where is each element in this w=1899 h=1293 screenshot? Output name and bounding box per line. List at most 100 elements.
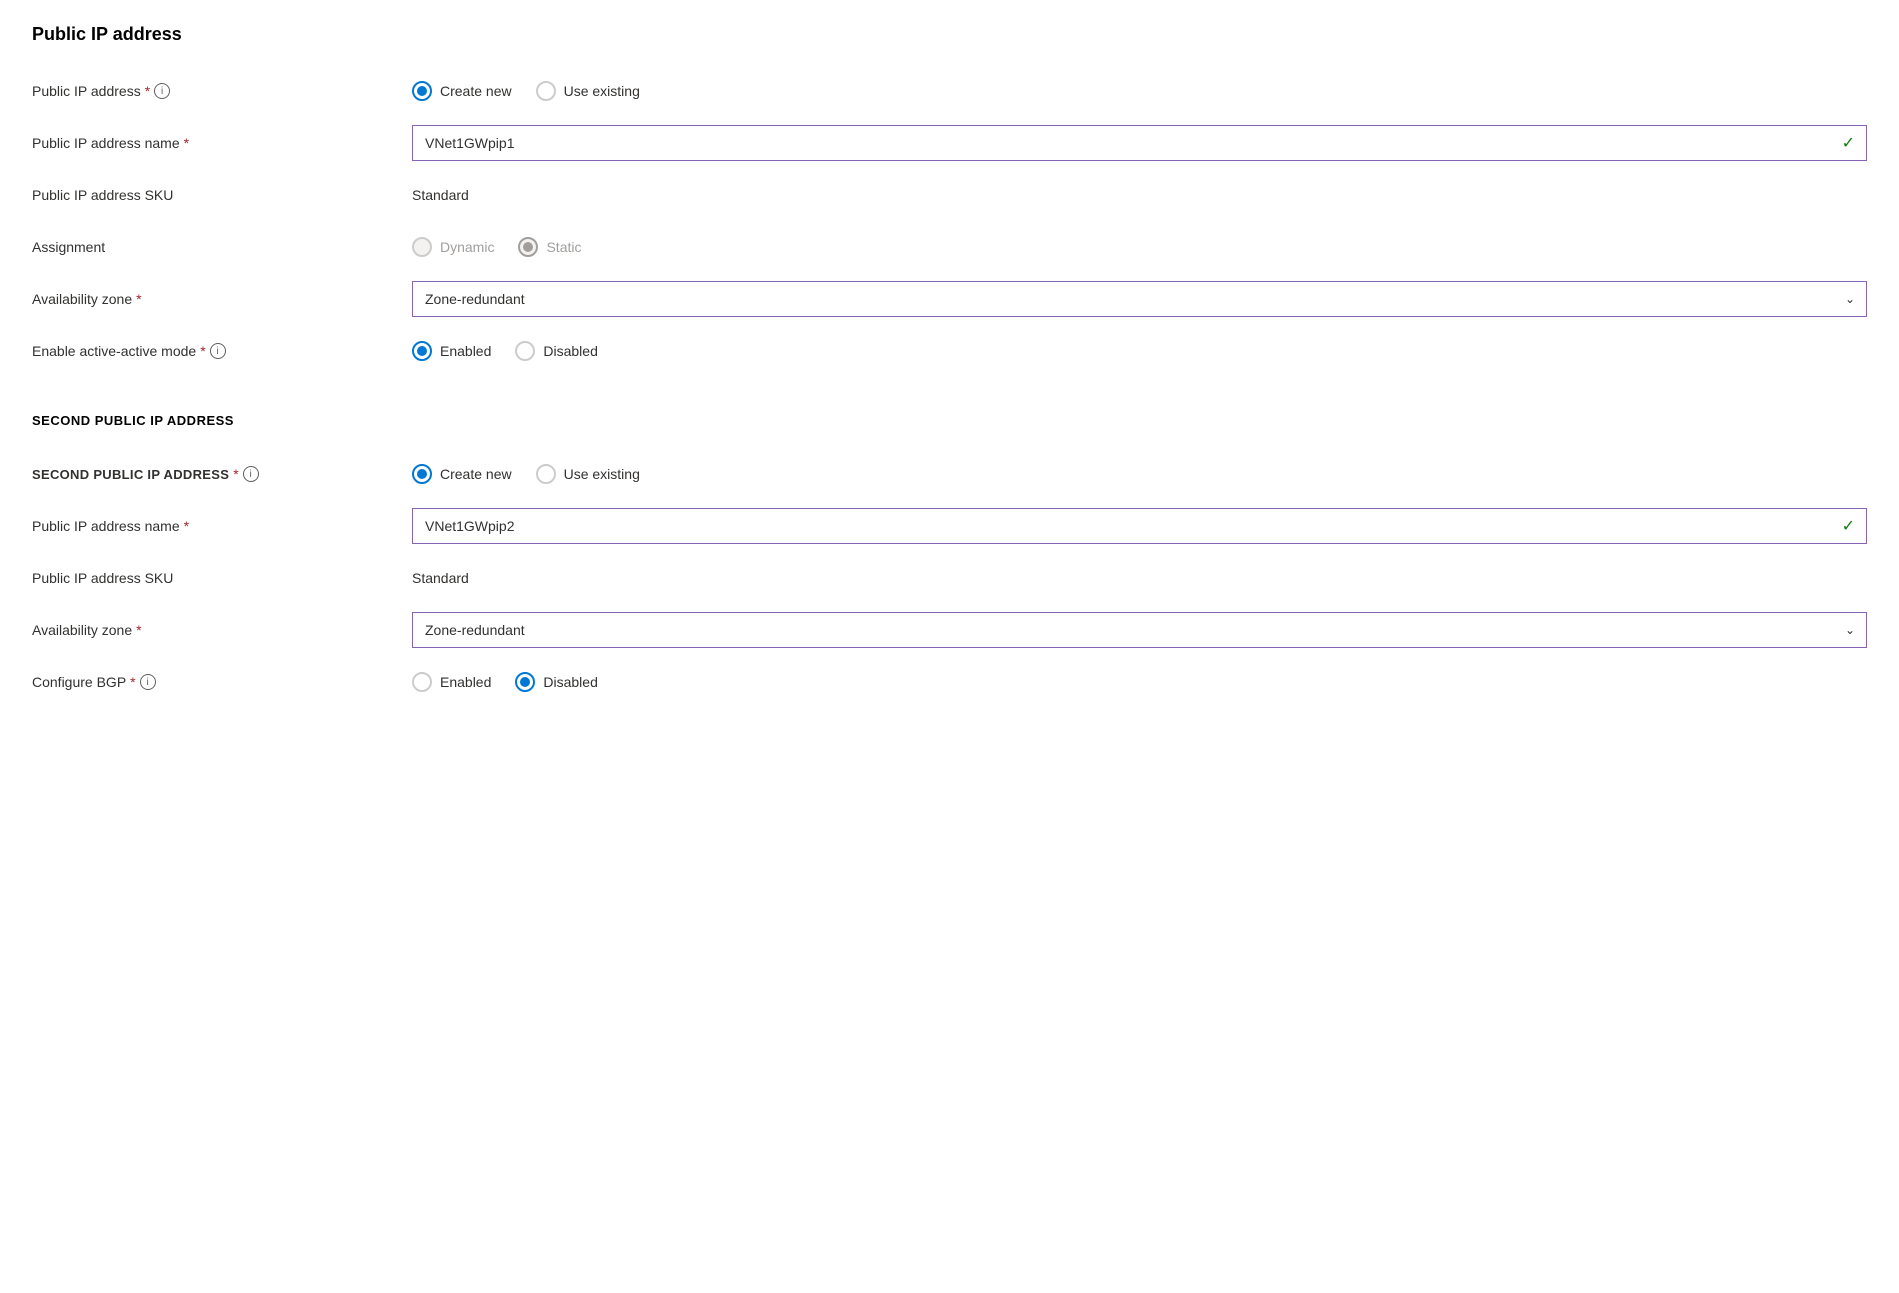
create-new-2-label: Create new <box>440 466 512 482</box>
second-public-ip-sku-value: Standard <box>412 570 469 586</box>
second-public-ip-name-control: ✓ <box>412 508 1867 544</box>
availability-zone-control: Zone-redundant 1 2 3 No Zone ⌄ <box>412 281 1867 317</box>
active-active-enabled-option[interactable]: Enabled <box>412 341 491 361</box>
public-ip-address-label: Public IP address * i <box>32 83 412 99</box>
bgp-disabled-radio[interactable] <box>515 672 535 692</box>
active-active-label: Enable active-active mode * i <box>32 343 412 359</box>
second-public-ip-name-input[interactable] <box>412 508 1867 544</box>
availability-zone-label-text: Availability zone <box>32 291 132 307</box>
assignment-radio-group: Dynamic Static <box>412 237 1867 257</box>
public-ip-sku-value: Standard <box>412 187 469 203</box>
availability-zone-row: Availability zone * Zone-redundant 1 2 3… <box>32 273 1867 325</box>
static-option[interactable]: Static <box>518 237 581 257</box>
active-active-disabled-label: Disabled <box>543 343 597 359</box>
second-availability-zone-control: Zone-redundant 1 2 3 No Zone ⌄ <box>412 612 1867 648</box>
public-ip-sku-label-text: Public IP address SKU <box>32 187 173 203</box>
section2-title: SECOND PUBLIC IP ADDRESS <box>32 413 1867 428</box>
second-availability-zone-dropdown-wrapper: Zone-redundant 1 2 3 No Zone ⌄ <box>412 612 1867 648</box>
second-public-ip-name-checkmark: ✓ <box>1842 516 1855 536</box>
availability-zone-dropdown-wrapper: Zone-redundant 1 2 3 No Zone ⌄ <box>412 281 1867 317</box>
active-active-disabled-radio[interactable] <box>515 341 535 361</box>
active-active-enabled-label: Enabled <box>440 343 491 359</box>
active-active-radio-group: Enabled Disabled <box>412 341 1867 361</box>
second-public-ip-sku-row: Public IP address SKU Standard <box>32 552 1867 604</box>
use-existing-2-radio[interactable] <box>536 464 556 484</box>
second-public-ip-sku-control: Standard <box>412 570 1867 586</box>
second-public-ip-sku-label: Public IP address SKU <box>32 570 412 586</box>
public-ip-address-label-text: Public IP address <box>32 83 141 99</box>
configure-bgp-info-icon[interactable]: i <box>140 674 156 690</box>
create-new-1-radio[interactable] <box>412 81 432 101</box>
dynamic-label: Dynamic <box>440 239 494 255</box>
required-star-4: * <box>200 343 205 359</box>
public-ip-address-row: Public IP address * i Create new Use exi… <box>32 65 1867 117</box>
public-ip-sku-row: Public IP address SKU Standard <box>32 169 1867 221</box>
public-ip-name-control: ✓ <box>412 125 1867 161</box>
second-public-ip-radio-group: Create new Use existing <box>412 464 1867 484</box>
public-ip-address-radio-group: Create new Use existing <box>412 81 1867 101</box>
assignment-label-text: Assignment <box>32 239 105 255</box>
static-radio[interactable] <box>518 237 538 257</box>
configure-bgp-row: Configure BGP * i Enabled Disabled <box>32 656 1867 708</box>
configure-bgp-radio-group: Enabled Disabled <box>412 672 1867 692</box>
dynamic-option[interactable]: Dynamic <box>412 237 494 257</box>
required-star-6: * <box>184 518 189 534</box>
bgp-enabled-radio[interactable] <box>412 672 432 692</box>
use-existing-1-radio[interactable] <box>536 81 556 101</box>
required-star: * <box>145 83 150 99</box>
active-active-label-text: Enable active-active mode <box>32 343 196 359</box>
bgp-enabled-label: Enabled <box>440 674 491 690</box>
assignment-row: Assignment Dynamic Static <box>32 221 1867 273</box>
second-availability-zone-dropdown[interactable]: Zone-redundant 1 2 3 No Zone <box>412 612 1867 648</box>
public-ip-name-input[interactable] <box>412 125 1867 161</box>
create-new-2-radio[interactable] <box>412 464 432 484</box>
active-active-disabled-option[interactable]: Disabled <box>515 341 597 361</box>
configure-bgp-label: Configure BGP * i <box>32 674 412 690</box>
public-ip-address-info-icon[interactable]: i <box>154 83 170 99</box>
second-availability-zone-label: Availability zone * <box>32 622 412 638</box>
bgp-disabled-label: Disabled <box>543 674 597 690</box>
static-label: Static <box>546 239 581 255</box>
second-availability-zone-row: Availability zone * Zone-redundant 1 2 3… <box>32 604 1867 656</box>
configure-bgp-label-text: Configure BGP <box>32 674 126 690</box>
second-public-ip-info-icon[interactable]: i <box>243 466 259 482</box>
section1-title: Public IP address <box>32 24 1867 45</box>
public-ip-name-row: Public IP address name * ✓ <box>32 117 1867 169</box>
second-public-ip-row: SECOND PUBLIC IP ADDRESS * i Create new … <box>32 448 1867 500</box>
bgp-enabled-option[interactable]: Enabled <box>412 672 491 692</box>
required-star-8: * <box>130 674 135 690</box>
active-active-info-icon[interactable]: i <box>210 343 226 359</box>
second-public-ip-name-row: Public IP address name * ✓ <box>32 500 1867 552</box>
use-existing-1-option[interactable]: Use existing <box>536 81 640 101</box>
second-public-ip-name-label: Public IP address name * <box>32 518 412 534</box>
assignment-label: Assignment <box>32 239 412 255</box>
second-availability-zone-label-text: Availability zone <box>32 622 132 638</box>
second-public-ip-label: SECOND PUBLIC IP ADDRESS * i <box>32 466 412 482</box>
public-ip-sku-control: Standard <box>412 187 1867 203</box>
second-public-ip-name-label-text: Public IP address name <box>32 518 180 534</box>
second-public-ip-sku-label-text: Public IP address SKU <box>32 570 173 586</box>
use-existing-2-option[interactable]: Use existing <box>536 464 640 484</box>
availability-zone-label: Availability zone * <box>32 291 412 307</box>
required-star-3: * <box>136 291 141 307</box>
availability-zone-dropdown[interactable]: Zone-redundant 1 2 3 No Zone <box>412 281 1867 317</box>
required-star-5: * <box>233 466 238 482</box>
second-public-ip-label-text: SECOND PUBLIC IP ADDRESS <box>32 467 229 482</box>
create-new-1-option[interactable]: Create new <box>412 81 512 101</box>
public-ip-sku-label: Public IP address SKU <box>32 187 412 203</box>
required-star-2: * <box>184 135 189 151</box>
public-ip-name-label-text: Public IP address name <box>32 135 180 151</box>
public-ip-name-input-wrapper: ✓ <box>412 125 1867 161</box>
use-existing-2-label: Use existing <box>564 466 640 482</box>
public-ip-name-checkmark: ✓ <box>1842 133 1855 153</box>
dynamic-radio[interactable] <box>412 237 432 257</box>
required-star-7: * <box>136 622 141 638</box>
create-new-2-option[interactable]: Create new <box>412 464 512 484</box>
create-new-1-label: Create new <box>440 83 512 99</box>
second-public-ip-name-input-wrapper: ✓ <box>412 508 1867 544</box>
active-active-enabled-radio[interactable] <box>412 341 432 361</box>
use-existing-1-label: Use existing <box>564 83 640 99</box>
active-active-row: Enable active-active mode * i Enabled Di… <box>32 325 1867 377</box>
public-ip-name-label: Public IP address name * <box>32 135 412 151</box>
bgp-disabled-option[interactable]: Disabled <box>515 672 597 692</box>
